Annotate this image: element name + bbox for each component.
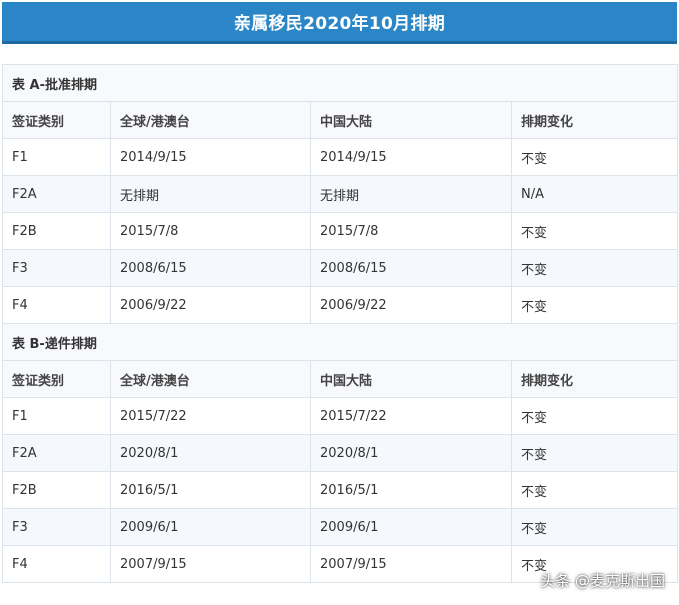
column-header-visa-category: 签证类别 <box>2 360 111 398</box>
visa-category-cell: F4 <box>2 545 111 583</box>
visa-category-cell: F2B <box>2 212 111 250</box>
table-row: F2B 2016/5/1 2016/5/1 不变 <box>2 471 679 509</box>
column-header-china-mainland: 中国大陆 <box>310 101 512 139</box>
column-header-worldwide: 全球/港澳台 <box>110 360 311 398</box>
china-date-cell: 2009/6/1 <box>310 508 512 546</box>
china-date-cell: 2020/8/1 <box>310 434 512 472</box>
change-cell: 不变 <box>510 286 679 324</box>
table-row: F2A 无排期 无排期 N/A <box>2 175 679 213</box>
visa-category-cell: F4 <box>2 286 111 324</box>
column-header-change: 排期变化 <box>510 101 679 139</box>
column-header-change: 排期变化 <box>510 360 679 398</box>
visa-category-cell: F1 <box>2 397 111 435</box>
page-title: 亲属移民2020年10月排期 <box>233 14 446 34</box>
table-row: F2A 2020/8/1 2020/8/1 不变 <box>2 434 679 472</box>
table-b-title-row: 表 B-递件排期 <box>1 323 679 361</box>
worldwide-date-cell: 2020/8/1 <box>110 434 311 472</box>
visa-category-cell: F3 <box>2 508 111 546</box>
column-header-china-mainland: 中国大陆 <box>310 360 512 398</box>
watermark-text: 头条 @麦克斯出国 <box>540 572 665 590</box>
column-header-visa-category: 签证类别 <box>2 101 111 139</box>
change-cell: N/A <box>510 175 679 213</box>
china-date-cell: 2015/7/22 <box>310 397 512 435</box>
visa-category-cell: F2A <box>2 434 111 472</box>
table-row: F2B 2015/7/8 2015/7/8 不变 <box>2 212 679 250</box>
table-row: F1 2014/9/15 2014/9/15 不变 <box>2 138 679 176</box>
change-cell: 不变 <box>510 397 679 435</box>
china-date-cell: 2014/9/15 <box>310 138 512 176</box>
china-date-cell: 2008/6/15 <box>310 249 512 287</box>
worldwide-date-cell: 2015/7/22 <box>110 397 311 435</box>
table-b-header-row: 签证类别 全球/港澳台 中国大陆 排期变化 <box>2 360 679 398</box>
table-a-header-row: 签证类别 全球/港澳台 中国大陆 排期变化 <box>2 101 679 139</box>
worldwide-date-cell: 2009/6/1 <box>110 508 311 546</box>
change-cell: 不变 <box>510 138 679 176</box>
table-row: F3 2009/6/1 2009/6/1 不变 <box>2 508 679 546</box>
china-date-cell: 2015/7/8 <box>310 212 512 250</box>
visa-category-cell: F2B <box>2 471 111 509</box>
change-cell: 不变 <box>510 471 679 509</box>
china-date-cell: 2016/5/1 <box>310 471 512 509</box>
china-date-cell: 2007/9/15 <box>310 545 512 583</box>
worldwide-date-cell: 2014/9/15 <box>110 138 311 176</box>
table-row: F4 2006/9/22 2006/9/22 不变 <box>2 286 679 324</box>
change-cell: 不变 <box>510 508 679 546</box>
page-title-banner: 亲属移民2020年10月排期 <box>2 2 677 44</box>
visa-bulletin-table: 表 A-批准排期 签证类别 全球/港澳台 中国大陆 排期变化 F1 2014/9… <box>1 64 679 583</box>
china-date-cell: 无排期 <box>310 175 512 213</box>
table-row: F1 2015/7/22 2015/7/22 不变 <box>2 397 679 435</box>
change-cell: 不变 <box>510 212 679 250</box>
column-header-worldwide: 全球/港澳台 <box>110 101 311 139</box>
worldwide-date-cell: 2007/9/15 <box>110 545 311 583</box>
worldwide-date-cell: 2015/7/8 <box>110 212 311 250</box>
visa-category-cell: F2A <box>2 175 111 213</box>
table-a-title: 表 A-批准排期 <box>1 64 679 102</box>
visa-category-cell: F3 <box>2 249 111 287</box>
worldwide-date-cell: 2006/9/22 <box>110 286 311 324</box>
worldwide-date-cell: 2016/5/1 <box>110 471 311 509</box>
change-cell: 不变 <box>510 249 679 287</box>
change-cell: 不变 <box>510 434 679 472</box>
worldwide-date-cell: 2008/6/15 <box>110 249 311 287</box>
visa-category-cell: F1 <box>2 138 111 176</box>
table-row: F3 2008/6/15 2008/6/15 不变 <box>2 249 679 287</box>
source-watermark: 头条 @麦克斯出国 <box>540 570 665 591</box>
table-b-title: 表 B-递件排期 <box>1 323 679 361</box>
china-date-cell: 2006/9/22 <box>310 286 512 324</box>
table-a-title-row: 表 A-批准排期 <box>1 64 679 102</box>
worldwide-date-cell: 无排期 <box>110 175 311 213</box>
